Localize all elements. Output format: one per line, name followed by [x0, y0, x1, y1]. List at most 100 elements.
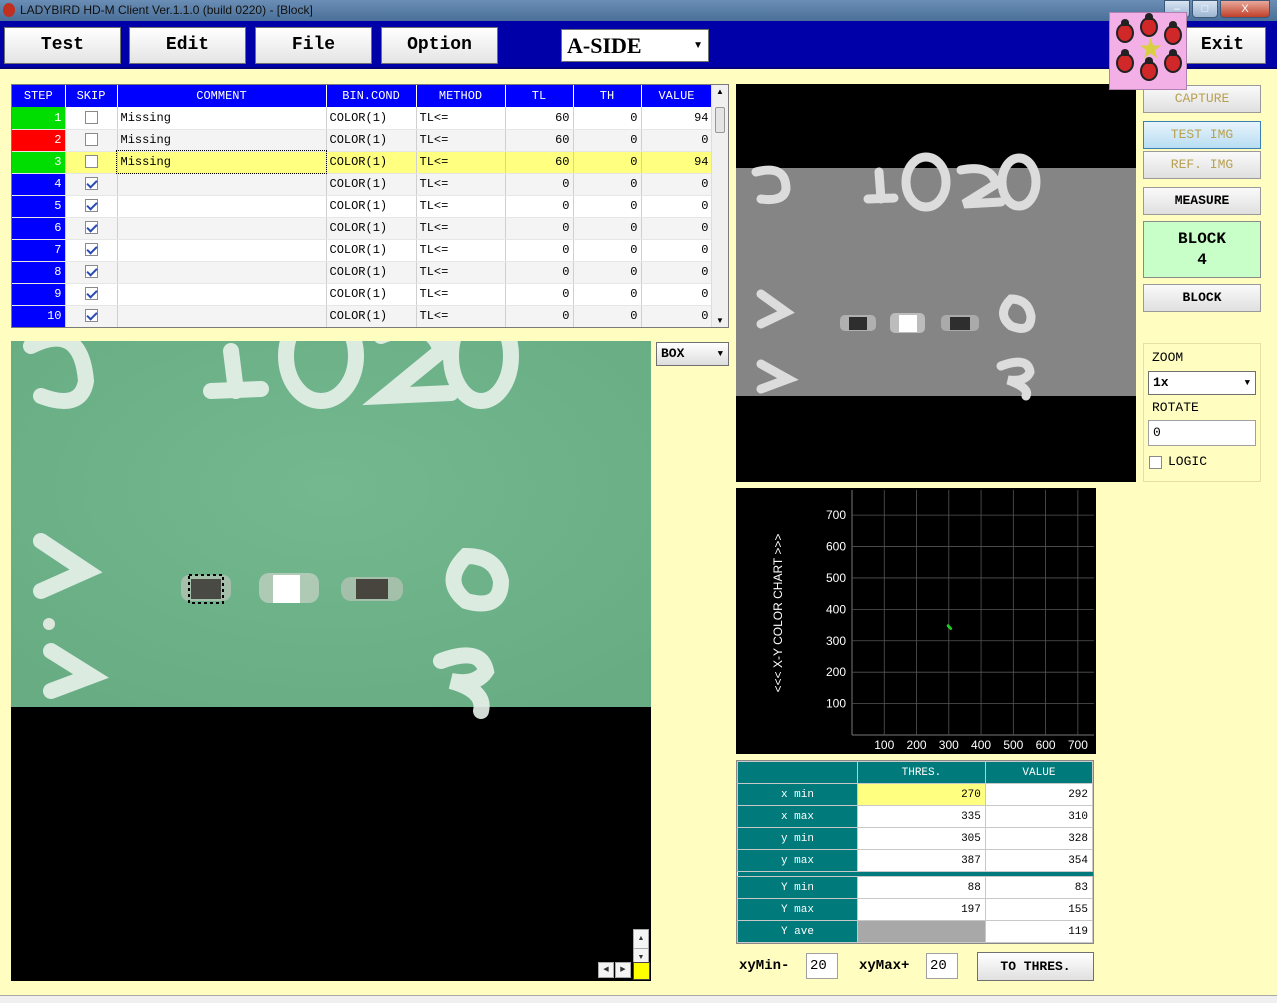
method-cell[interactable]: TL<= [416, 195, 506, 218]
tl-cell[interactable]: 60 [505, 129, 574, 152]
skip-checkbox[interactable] [84, 111, 98, 125]
step-cell[interactable]: 6 [12, 217, 66, 240]
tl-cell[interactable]: 0 [505, 261, 574, 284]
value-cell[interactable]: 0 [641, 239, 713, 262]
skip-checkbox[interactable] [84, 287, 98, 301]
measure-button[interactable]: MEASURE [1143, 187, 1261, 215]
tl-cell[interactable]: 60 [505, 107, 574, 130]
step-cell[interactable]: 10 [12, 305, 66, 327]
bin-cond-cell[interactable]: COLOR(1) [326, 283, 417, 306]
method-cell[interactable]: TL<= [416, 107, 506, 130]
col-header-method[interactable]: METHOD [416, 85, 506, 107]
tl-cell[interactable]: 60 [505, 151, 574, 174]
value-cell[interactable]: 0 [641, 195, 713, 218]
step-cell[interactable]: 9 [12, 283, 66, 306]
reference-image-view[interactable] [736, 84, 1136, 482]
scroll-up-icon[interactable]: ▲ [716, 87, 724, 96]
comment-cell[interactable] [117, 217, 327, 240]
method-cell[interactable]: TL<= [416, 283, 506, 306]
shape-select[interactable]: BOX ▼ [656, 342, 729, 366]
table-row[interactable]: 3 Missing COLOR(1) TL<= 60 0 94 [12, 150, 713, 174]
thres-cell[interactable] [857, 920, 986, 943]
thres-cell[interactable]: 270 [857, 783, 986, 806]
skip-checkbox[interactable] [84, 155, 98, 169]
main-inspection-view[interactable]: ▲ ▼ ◀ ▶ [11, 303, 651, 981]
grid-scrollbar[interactable]: ▲ ▼ [711, 85, 728, 327]
bin-cond-cell[interactable]: COLOR(1) [326, 129, 417, 152]
value-cell[interactable]: 0 [641, 261, 713, 284]
comment-cell[interactable] [117, 261, 327, 284]
table-row[interactable]: 4 COLOR(1) TL<= 0 0 0 [12, 173, 713, 196]
comment-cell[interactable] [117, 239, 327, 262]
tl-cell[interactable]: 0 [505, 217, 574, 240]
skip-cell[interactable] [65, 151, 118, 174]
thres-cell[interactable]: 305 [857, 827, 986, 850]
bin-cond-cell[interactable]: COLOR(1) [326, 107, 417, 130]
edit-button[interactable]: Edit [129, 27, 246, 64]
maximize-button[interactable]: □ [1192, 0, 1218, 18]
bin-cond-cell[interactable]: COLOR(1) [326, 195, 417, 218]
test-img-button[interactable]: TEST IMG [1143, 121, 1261, 149]
skip-checkbox[interactable] [84, 309, 98, 323]
to-thres-button[interactable]: TO THRES. [977, 952, 1094, 981]
method-cell[interactable]: TL<= [416, 261, 506, 284]
skip-cell[interactable] [65, 129, 118, 152]
col-header-bin-cond[interactable]: BIN.COND [326, 85, 417, 107]
scroll-down-icon[interactable]: ▼ [716, 316, 724, 325]
tl-cell[interactable]: 0 [505, 173, 574, 196]
skip-cell[interactable] [65, 261, 118, 284]
skip-cell[interactable] [65, 173, 118, 196]
method-cell[interactable]: TL<= [416, 129, 506, 152]
xymax-input[interactable]: 20 [926, 953, 958, 979]
method-cell[interactable]: TL<= [416, 217, 506, 240]
method-cell[interactable]: TL<= [416, 305, 506, 327]
bin-cond-cell[interactable]: COLOR(1) [326, 261, 417, 284]
table-row[interactable]: 6 COLOR(1) TL<= 0 0 0 [12, 217, 713, 240]
method-cell[interactable]: TL<= [416, 173, 506, 196]
skip-checkbox[interactable] [84, 199, 98, 213]
table-row[interactable]: 9 COLOR(1) TL<= 0 0 0 [12, 283, 713, 306]
step-cell[interactable]: 5 [12, 195, 66, 218]
bin-cond-cell[interactable]: COLOR(1) [326, 173, 417, 196]
col-header-value[interactable]: VALUE [641, 85, 713, 107]
table-row[interactable]: 2 Missing COLOR(1) TL<= 60 0 0 [12, 129, 713, 152]
skip-cell[interactable] [65, 217, 118, 240]
file-button[interactable]: File [255, 27, 372, 64]
thres-cell[interactable]: 197 [857, 898, 986, 921]
method-cell[interactable]: TL<= [416, 151, 506, 174]
option-button[interactable]: Option [381, 27, 498, 64]
col-header-th[interactable]: TH [573, 85, 642, 107]
skip-checkbox[interactable] [84, 265, 98, 279]
skip-cell[interactable] [65, 107, 118, 130]
bin-cond-cell[interactable]: COLOR(1) [326, 305, 417, 327]
tl-cell[interactable]: 0 [505, 305, 574, 327]
thres-cell[interactable]: 387 [857, 849, 986, 872]
th-cell[interactable]: 0 [573, 195, 642, 218]
value-cell[interactable]: 0 [641, 283, 713, 306]
block-button[interactable]: BLOCK [1143, 284, 1261, 312]
th-cell[interactable]: 0 [573, 151, 642, 174]
skip-checkbox[interactable] [84, 221, 98, 235]
bin-cond-cell[interactable]: COLOR(1) [326, 217, 417, 240]
tl-cell[interactable]: 0 [505, 283, 574, 306]
th-cell[interactable]: 0 [573, 129, 642, 152]
step-cell[interactable]: 8 [12, 261, 66, 284]
color-indicator[interactable] [633, 962, 650, 980]
comment-cell[interactable] [117, 305, 327, 327]
thres-cell[interactable]: 335 [857, 805, 986, 828]
image-scroll-up-icon[interactable]: ▲ [633, 929, 649, 949]
comment-cell[interactable]: Missing [117, 107, 327, 130]
step-cell[interactable]: 2 [12, 129, 66, 152]
comment-cell[interactable]: Missing [117, 129, 327, 152]
step-cell[interactable]: 3 [12, 151, 66, 174]
skip-checkbox[interactable] [84, 133, 98, 147]
col-header-skip[interactable]: SKIP [65, 85, 118, 107]
logic-checkbox[interactable] [1149, 456, 1162, 469]
value-cell[interactable]: 0 [641, 217, 713, 240]
th-cell[interactable]: 0 [573, 173, 642, 196]
table-row[interactable]: 7 COLOR(1) TL<= 0 0 0 [12, 239, 713, 262]
value-cell[interactable]: 0 [641, 129, 713, 152]
ref-img-button[interactable]: REF. IMG [1143, 151, 1261, 179]
th-cell[interactable]: 0 [573, 305, 642, 327]
value-cell[interactable]: 0 [641, 305, 713, 327]
